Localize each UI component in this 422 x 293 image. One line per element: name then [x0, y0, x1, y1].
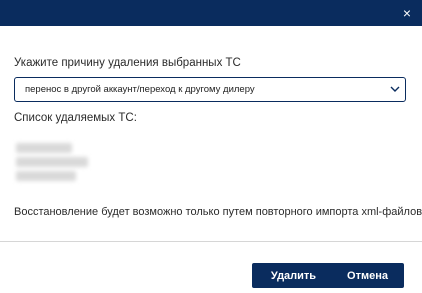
cancel-button[interactable]: Отмена	[331, 263, 404, 288]
chevron-down-icon	[390, 86, 400, 92]
close-icon: ×	[402, 5, 412, 21]
delete-button[interactable]: Удалить	[252, 263, 335, 288]
reason-selected-value: перенос в другой аккаунт/переход к друго…	[25, 84, 255, 95]
vehicle-list-item-redacted	[16, 157, 88, 167]
vehicle-list-item-redacted	[16, 143, 72, 153]
footer-divider	[0, 241, 422, 242]
dialog-header: ×	[0, 0, 422, 26]
reason-label: Укажите причину удаления выбранных ТС	[14, 57, 241, 69]
vehicle-list-title: Список удаляемых ТС:	[14, 112, 137, 124]
close-button[interactable]: ×	[398, 4, 416, 22]
vehicle-list-item-redacted	[16, 171, 76, 181]
restore-notice: Восстановление будет возможно только пут…	[14, 206, 422, 218]
reason-select[interactable]: перенос в другой аккаунт/переход к друго…	[14, 77, 406, 102]
